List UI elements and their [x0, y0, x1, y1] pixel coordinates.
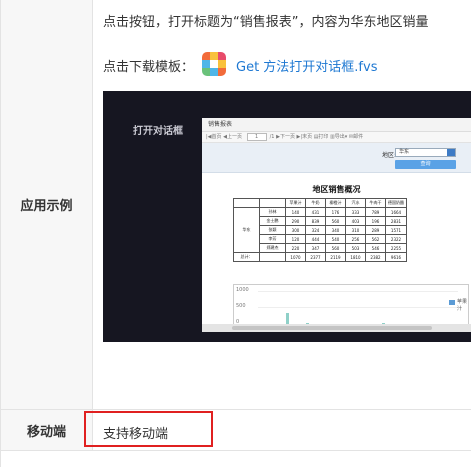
row-separator-bottom — [1, 450, 471, 451]
table-row: 金士鹏 290 839 560 403 196 2831 — [234, 216, 407, 226]
header-cell: 柳橙汁 — [325, 198, 346, 208]
mobile-row-label: 移动端 — [1, 410, 93, 450]
header-cell: 苹果汁 — [285, 198, 306, 208]
dialog-scrollbar[interactable] — [202, 324, 471, 332]
highlight-box — [84, 411, 213, 447]
header-cell: 牛奶 — [305, 198, 326, 208]
region-select[interactable]: 华东 — [395, 148, 456, 157]
next-page-button[interactable]: ▶下一页 — [276, 134, 295, 140]
scrollbar-thumb[interactable] — [232, 326, 432, 330]
example-label-text: 应用示例 — [20, 199, 73, 214]
table-row: 华东 孙林 140 431 176 333 789 1664 — [233, 207, 407, 253]
dialog-title: 销售报表 — [202, 118, 471, 132]
example-row-label: 应用示例 — [1, 0, 93, 409]
export-button[interactable]: ▥导出▾ — [330, 134, 347, 140]
email-button[interactable]: ✉邮件 — [349, 134, 363, 140]
example-description: 点击按钮，打开标题为“销售报表”，内容为华东地区销量 — [103, 15, 429, 30]
example-screenshot: 打开对话框 销售报表 |◀首页 ◀上一页 1/1 ▶下一页 ▶|末页 ▤打印 ▥… — [103, 91, 471, 342]
page-input[interactable]: 1 — [246, 132, 267, 141]
first-page-button[interactable]: |◀首页 — [206, 134, 222, 140]
legend-swatch — [449, 300, 455, 305]
open-dialog-label: 打开对话框 — [133, 126, 183, 137]
region-cell: 华东 — [233, 207, 260, 253]
sales-table: 苹果汁 牛奶 柳橙汁 汽水 牛肉干 德国奶酪 华东 孙林 140 431 176 333… — [233, 198, 407, 262]
header-cell — [233, 198, 260, 208]
header-cell: 牛肉干 — [365, 198, 386, 208]
region-param-label: 地区: — [382, 152, 397, 159]
mobile-label-text: 移动端 — [26, 424, 66, 440]
chart-gridline — [258, 307, 458, 308]
report-dialog: 销售报表 |◀首页 ◀上一页 1/1 ▶下一页 ▶|末页 ▤打印 ▥导出▾ ✉邮… — [202, 118, 471, 332]
table-row: 郑建杰 220 347 560 503 546 2255 — [234, 243, 407, 253]
header-cell: 德国奶酪 — [385, 198, 407, 208]
chart-gridline — [258, 291, 458, 292]
query-button[interactable]: 查询 — [395, 160, 456, 169]
report-toolbar: |◀首页 ◀上一页 1/1 ▶下一页 ▶|末页 ▤打印 ▥导出▾ ✉邮件 — [202, 132, 471, 143]
fvs-file-icon — [202, 52, 226, 76]
download-prefix: 点击下载模板： — [103, 60, 195, 75]
last-page-button[interactable]: ▶|末页 — [297, 134, 313, 140]
download-template-link[interactable]: Get 方法打开对话框.fvs — [236, 56, 377, 75]
parameter-panel: 地区: 华东 查询 — [202, 143, 471, 173]
y-tick-label: 1000 — [236, 287, 249, 293]
table-total-row: 总计： 1070 2377 2119 1810 2382 9616 — [233, 252, 407, 262]
table-row: 李芳 120 444 540 256 562 2322 — [234, 234, 407, 244]
header-cell: 汽水 — [345, 198, 366, 208]
header-cell — [259, 198, 286, 208]
prev-page-button[interactable]: ◀上一页 — [223, 134, 242, 140]
page-total: /1 — [269, 134, 275, 140]
report-title: 地区销售概况 — [312, 184, 361, 194]
chevron-down-icon — [447, 149, 455, 156]
legend-label: 苹果汁 — [457, 299, 468, 312]
y-tick-label: 500 — [236, 303, 246, 309]
table-header-row: 苹果汁 牛奶 柳橙汁 汽水 牛肉干 德国奶酪 — [233, 198, 407, 208]
table-row: 张颖 300 324 340 310 289 1571 — [234, 225, 407, 235]
print-button[interactable]: ▤打印 — [314, 134, 329, 140]
